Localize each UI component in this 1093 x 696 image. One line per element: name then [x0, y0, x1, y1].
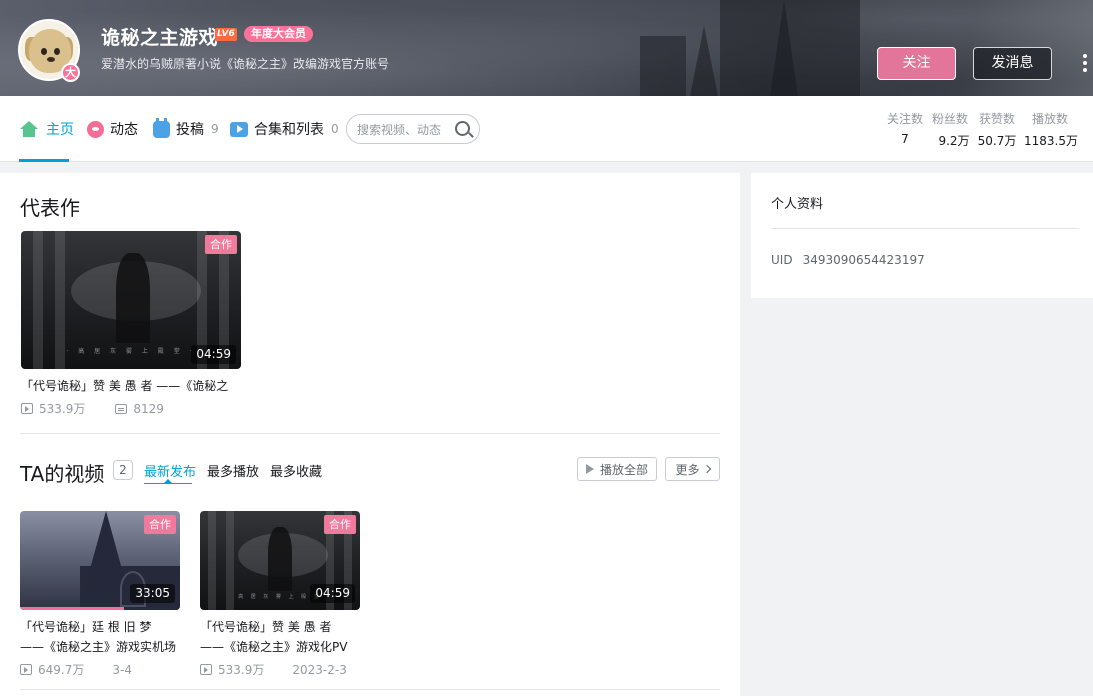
stat-value: 1183.5万 — [1024, 134, 1078, 148]
more-options-icon[interactable] — [1081, 54, 1089, 76]
profile-card-title: 个人资料 — [771, 197, 824, 212]
section-divider — [20, 433, 720, 434]
play-count-icon — [200, 664, 212, 675]
play-count-icon — [21, 403, 33, 414]
vip-badge[interactable]: 年度大会员 — [244, 26, 313, 42]
video-duration: 04:59 — [310, 584, 355, 603]
stat-fans[interactable]: 粉丝数 9.2万 — [929, 110, 971, 149]
stat-label: 获赞数 — [978, 112, 1015, 126]
danmaku-icon — [115, 403, 128, 414]
coop-badge: 合作 — [144, 515, 176, 534]
ta-videos-count: 2 — [113, 460, 133, 480]
video-duration: 04:59 — [191, 345, 236, 364]
tab-uploads-count: 9 — [211, 122, 219, 136]
home-icon — [20, 121, 38, 137]
play-icon — [585, 464, 594, 474]
uid-value[interactable]: 3493090654423197 — [803, 253, 925, 267]
view-count: 533.9万 — [218, 663, 265, 677]
publish-date: 3-4 — [112, 662, 132, 677]
main-content: 代表作 · 高 居 灰 雾 上 殿 堂 · 合作 04:59 「代号诡秘」赞 美… — [0, 173, 740, 696]
search-icon[interactable] — [455, 121, 470, 136]
stat-value: 9.2万 — [938, 134, 970, 148]
level-badge: LV6 — [215, 28, 237, 41]
tab-latest[interactable]: 最新发布 — [144, 461, 196, 480]
play-all-button[interactable]: 播放全部 — [577, 457, 657, 481]
playlist-icon — [230, 121, 248, 137]
avatar-nose — [47, 57, 55, 62]
active-tab-underline — [144, 479, 192, 484]
profile-nav: 主页 动态 投稿 9 合集和列表 0 关注数 7 粉丝数 9.2万 获赞数 50… — [0, 96, 1093, 162]
tv-icon — [153, 117, 170, 138]
play-count-icon — [20, 664, 32, 675]
video-title-line[interactable]: ——《诡秘之主》游戏化PV — [200, 637, 360, 657]
video-cover[interactable]: 高 居 灰 雾 上 殿 堂 合作 04:59 — [200, 511, 360, 610]
video-meta: 533.9万 2023-2-3 — [200, 661, 347, 678]
more-label: 更多 — [675, 462, 700, 477]
video-title-line[interactable]: 「代号诡秘」廷 根 旧 梦 — [20, 617, 180, 637]
masterpiece-title: 代表作 — [20, 196, 80, 220]
search-input[interactable] — [357, 121, 452, 138]
ta-videos-title: TA的视频 — [20, 462, 105, 486]
tab-uploads[interactable]: 投稿 9 — [153, 96, 219, 162]
stat-value: 7 — [901, 132, 909, 146]
avatar-badge: 大 — [61, 63, 80, 82]
uid-label: UID — [771, 253, 793, 267]
video-title-line[interactable]: ——《诡秘之主》游戏实机场 — [20, 637, 180, 657]
banner-tower — [640, 36, 686, 96]
avatar-eye — [41, 48, 47, 55]
active-tab-indicator — [19, 159, 69, 162]
stat-plays: 播放数 1183.5万 — [1024, 110, 1078, 149]
play-all-label: 播放全部 — [599, 462, 648, 477]
tab-collections-count: 0 — [331, 122, 339, 136]
video-title[interactable]: 「代号诡秘」赞 美 愚 者 ——《诡秘之 — [21, 376, 241, 396]
stat-label: 粉丝数 — [931, 112, 968, 126]
video-meta: 533.9万 8129 — [21, 400, 164, 417]
cover-gate — [268, 527, 292, 591]
more-button[interactable]: 更多 — [665, 457, 720, 481]
banner-spire — [770, 0, 798, 96]
tab-dynamic-label: 动态 — [110, 122, 138, 138]
stat-likes: 获赞数 50.7万 — [975, 110, 1019, 149]
banner-spire — [690, 26, 718, 96]
view-count: 533.9万 — [39, 402, 86, 416]
tab-most-favorited[interactable]: 最多收藏 — [270, 461, 322, 480]
stat-following[interactable]: 关注数 7 — [884, 110, 926, 146]
section-divider — [20, 689, 720, 690]
tab-collections-label: 合集和列表 — [254, 122, 324, 138]
tab-home[interactable]: 主页 — [20, 96, 74, 162]
cover-gate — [116, 253, 150, 343]
uid-row: UID 3493090654423197 — [771, 253, 925, 267]
publish-date: 2023-2-3 — [292, 662, 347, 677]
chevron-right-icon — [702, 464, 711, 474]
username: 诡秘之主游戏 — [101, 27, 219, 49]
tab-home-label: 主页 — [46, 122, 74, 138]
video-meta: 649.7万 3-4 — [20, 661, 132, 678]
tab-uploads-label: 投稿 — [176, 122, 204, 138]
profile-card-divider — [771, 228, 1079, 229]
tab-dynamic[interactable]: 动态 — [87, 96, 138, 162]
follow-button[interactable]: 关注 — [877, 47, 956, 80]
profile-card: 个人资料 UID 3493090654423197 — [751, 173, 1093, 298]
video-duration: 33:05 — [130, 584, 175, 603]
avatar-eye — [54, 48, 60, 55]
watch-progress-bar — [20, 607, 124, 610]
danmaku-count: 8129 — [133, 401, 164, 416]
stat-label: 播放数 — [1031, 112, 1068, 126]
user-signature: 爱潜水的乌贼原著小说《诡秘之主》改编游戏官方账号 — [101, 57, 390, 71]
coop-badge: 合作 — [205, 235, 237, 254]
video-cover[interactable]: 合作 33:05 — [20, 511, 180, 610]
message-button[interactable]: 发消息 — [973, 47, 1052, 80]
tab-collections[interactable]: 合集和列表 0 — [230, 96, 339, 162]
dynamic-icon — [87, 120, 104, 138]
video-cover[interactable]: · 高 居 灰 雾 上 殿 堂 · 合作 04:59 — [21, 231, 241, 369]
stat-label: 关注数 — [886, 112, 923, 126]
view-count: 649.7万 — [38, 663, 85, 677]
coop-badge: 合作 — [324, 515, 356, 534]
tab-most-played[interactable]: 最多播放 — [207, 461, 259, 480]
search-box — [346, 114, 480, 144]
stat-value: 50.7万 — [977, 134, 1017, 148]
video-title-line[interactable]: 「代号诡秘」赞 美 愚 者 — [200, 617, 360, 637]
